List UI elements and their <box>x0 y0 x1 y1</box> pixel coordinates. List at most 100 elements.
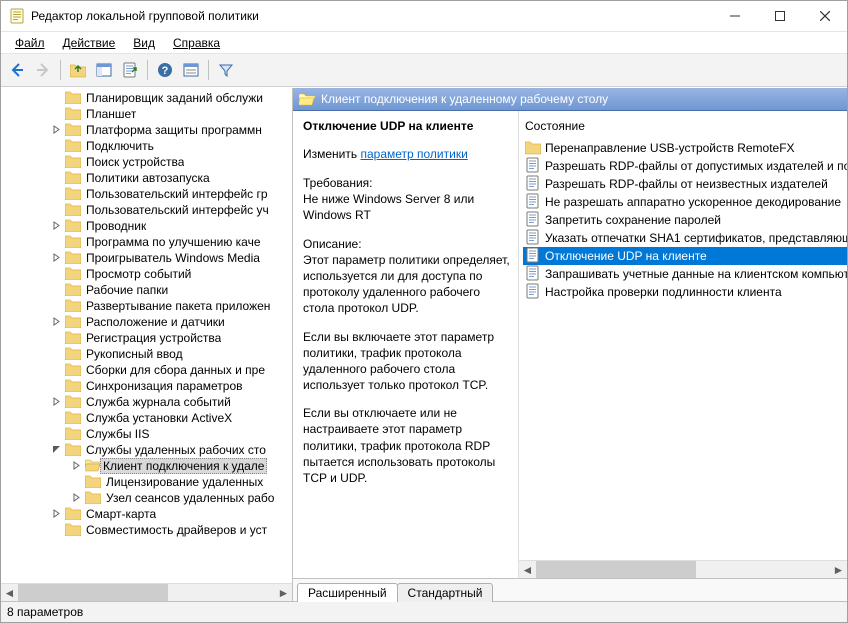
scroll-thumb[interactable] <box>18 584 168 601</box>
tree-item[interactable]: Планировщик заданий обслужи <box>1 90 292 106</box>
tree-item[interactable]: Планшет <box>1 106 292 122</box>
toolbar-help-button[interactable]: ? <box>153 58 177 82</box>
tree-item[interactable]: Сборки для сбора данных и пре <box>1 362 292 378</box>
collapse-icon[interactable] <box>49 443 63 457</box>
expand-icon[interactable] <box>69 491 83 505</box>
settings-list-item[interactable]: Разрешать RDP-файлы от допустимых издате… <box>523 157 847 175</box>
description-label: Описание: <box>303 237 362 251</box>
tree-item[interactable]: Синхронизация параметров <box>1 378 292 394</box>
scroll-left-icon[interactable]: ◄ <box>519 561 536 578</box>
toolbar-export-button[interactable] <box>118 58 142 82</box>
tree-item[interactable]: Программа по улучшению каче <box>1 234 292 250</box>
scroll-left-icon[interactable]: ◄ <box>1 584 18 601</box>
tree-item[interactable]: Политики автозапуска <box>1 170 292 186</box>
settings-list-item-label: Перенаправление USB-устройств RemoteFX <box>545 141 795 155</box>
tree-item[interactable]: Смарт-карта <box>1 506 292 522</box>
tree-item[interactable]: Расположение и датчики <box>1 314 292 330</box>
tree-item[interactable]: Рукописный ввод <box>1 346 292 362</box>
settings-list-item[interactable]: Запрашивать учетные данные на клиентском… <box>523 265 847 283</box>
tree-hscrollbar[interactable]: ◄ ► <box>1 583 292 601</box>
tree-item[interactable]: Пользовательский интерфейс гр <box>1 186 292 202</box>
settings-list-item-label: Настройка проверки подлинности клиента <box>545 285 782 299</box>
folder-icon <box>65 346 81 363</box>
setting-icon <box>525 211 541 229</box>
menu-help[interactable]: Справка <box>165 34 228 52</box>
tree-item[interactable]: Клиент подключения к удале <box>1 458 292 474</box>
toolbar-up-button[interactable] <box>66 58 90 82</box>
menu-action[interactable]: Действие <box>55 34 124 52</box>
expand-icon[interactable] <box>69 459 83 473</box>
tree-item[interactable]: Службы удаленных рабочих сто <box>1 442 292 458</box>
tab-standard[interactable]: Стандартный <box>397 583 494 602</box>
tree-item[interactable]: Совместимость драйверов и уст <box>1 522 292 538</box>
maximize-button[interactable] <box>757 2 802 31</box>
expand-icon[interactable] <box>49 123 63 137</box>
folder-icon <box>65 314 81 331</box>
edit-policy-line: Изменить параметр политики <box>303 147 510 161</box>
settings-list-item[interactable]: Указать отпечатки SHA1 сертификатов, пре… <box>523 229 847 247</box>
description-p3: Если вы отключаете или не настраиваете э… <box>303 405 510 486</box>
svg-text:?: ? <box>162 65 169 77</box>
tree-item-label: Синхронизация параметров <box>83 379 243 393</box>
tree-scroll-wrap[interactable]: Планировщик заданий обслужиПланшетПлатфо… <box>1 88 292 583</box>
tree-item[interactable]: Платформа защиты программн <box>1 122 292 138</box>
toolbar-back-button[interactable] <box>5 58 29 82</box>
folder-open-icon <box>85 458 101 475</box>
menu-view[interactable]: Вид <box>125 34 163 52</box>
tree-item[interactable]: Пользовательский интерфейс уч <box>1 202 292 218</box>
tree-item[interactable]: Службы IIS <box>1 426 292 442</box>
selected-policy-title: Отключение UDP на клиенте <box>303 119 510 133</box>
minimize-button[interactable] <box>712 2 757 31</box>
settings-list-item[interactable]: Отключение UDP на клиенте <box>523 247 847 265</box>
folder-icon <box>65 202 81 219</box>
settings-list-item-label: Указать отпечатки SHA1 сертификатов, пре… <box>545 231 847 245</box>
toolbar-forward-button[interactable] <box>31 58 55 82</box>
settings-list-item[interactable]: Разрешать RDP-файлы от неизвестных издат… <box>523 175 847 193</box>
setting-icon <box>525 247 541 265</box>
expand-icon[interactable] <box>49 507 63 521</box>
settings-list-item[interactable]: Перенаправление USB-устройств RemoteFX <box>523 139 847 157</box>
tree-item-label: Службы IIS <box>83 427 149 441</box>
settings-list-item[interactable]: Настройка проверки подлинности клиента <box>523 283 847 301</box>
tree-pane: Планировщик заданий обслужиПланшетПлатфо… <box>1 88 293 601</box>
tree-item[interactable]: Просмотр событий <box>1 266 292 282</box>
tree-item[interactable]: Служба установки ActiveX <box>1 410 292 426</box>
expand-icon[interactable] <box>49 219 63 233</box>
settings-list-item[interactable]: Не разрешать аппаратно ускоренное декоди… <box>523 193 847 211</box>
expand-icon[interactable] <box>49 251 63 265</box>
tree-item[interactable]: Узел сеансов удаленных рабо <box>1 490 292 506</box>
tree-item-label: Политики автозапуска <box>83 171 210 185</box>
description-column: Отключение UDP на клиенте Изменить парам… <box>293 111 519 578</box>
tree-item[interactable]: Проигрыватель Windows Media <box>1 250 292 266</box>
tree-item-label: Поиск устройства <box>83 155 184 169</box>
tree-item[interactable]: Лицензирование удаленных <box>1 474 292 490</box>
tree-item-label: Пользовательский интерфейс уч <box>83 203 269 217</box>
toolbar-props-button[interactable] <box>179 58 203 82</box>
statusbar: 8 параметров <box>1 601 847 622</box>
toolbar-filter-button[interactable] <box>214 58 238 82</box>
expand-icon[interactable] <box>49 395 63 409</box>
list-column-header[interactable]: Состояние <box>519 111 847 139</box>
tree-item[interactable]: Подключить <box>1 138 292 154</box>
scroll-right-icon[interactable]: ► <box>275 584 292 601</box>
tree-item[interactable]: Развертывание пакета приложен <box>1 298 292 314</box>
close-button[interactable] <box>802 2 847 31</box>
scroll-thumb[interactable] <box>536 561 696 578</box>
toolbar-panel-button[interactable] <box>92 58 116 82</box>
settings-list: Перенаправление USB-устройств RemoteFX Ра… <box>519 139 847 560</box>
settings-list-item[interactable]: Запретить сохранение паролей <box>523 211 847 229</box>
list-hscrollbar[interactable]: ◄ ► <box>519 560 847 578</box>
tree-item-label: Рабочие папки <box>83 283 168 297</box>
export-icon <box>122 62 138 78</box>
tree-item[interactable]: Поиск устройства <box>1 154 292 170</box>
scroll-right-icon[interactable]: ► <box>830 561 847 578</box>
tab-extended[interactable]: Расширенный <box>297 583 398 602</box>
expand-icon[interactable] <box>49 315 63 329</box>
tree-item[interactable]: Рабочие папки <box>1 282 292 298</box>
menu-file[interactable]: Файл <box>7 34 53 52</box>
tree-item[interactable]: Регистрация устройства <box>1 330 292 346</box>
tree-item[interactable]: Служба журнала событий <box>1 394 292 410</box>
tree-item-label: Просмотр событий <box>83 267 191 281</box>
tree-item[interactable]: Проводник <box>1 218 292 234</box>
edit-policy-link[interactable]: параметр политики <box>360 147 467 161</box>
